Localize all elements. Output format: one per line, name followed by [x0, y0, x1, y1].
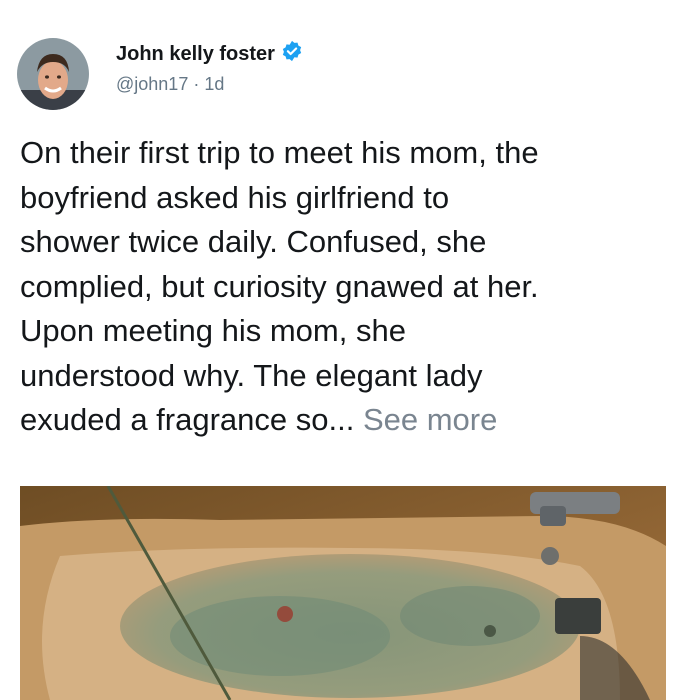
post-text-line: understood why. The elegant lady [20, 357, 483, 393]
author-avatar[interactable] [17, 38, 89, 110]
author-handle[interactable]: @john17 [116, 74, 188, 94]
see-more-link[interactable]: See more [363, 402, 497, 437]
post-text-line-last: exuded a fragrance so... See more [20, 398, 685, 443]
post-text-line: complied, but curiosity gnawed at her. [20, 268, 539, 304]
post-time[interactable]: 1d [204, 74, 224, 94]
author-meta: @john17 · 1d [116, 74, 224, 95]
post-photo[interactable] [20, 486, 666, 700]
post-text-line: exuded a fragrance so... [20, 402, 355, 437]
post-text: On their first trip to meet his mom, the… [20, 131, 685, 443]
post-text-line: On their first trip to meet his mom, the [20, 135, 539, 170]
author-name-row[interactable]: John kelly foster [116, 40, 303, 68]
post-text-line: Upon meeting his mom, she [20, 313, 406, 348]
verified-badge-icon [281, 40, 303, 68]
meta-separator: · [193, 74, 200, 94]
post-text-line: shower twice daily. Confused, she [20, 224, 487, 259]
author-name[interactable]: John kelly foster [116, 43, 275, 66]
post-text-line: boyfriend asked his girlfriend to [20, 179, 450, 215]
